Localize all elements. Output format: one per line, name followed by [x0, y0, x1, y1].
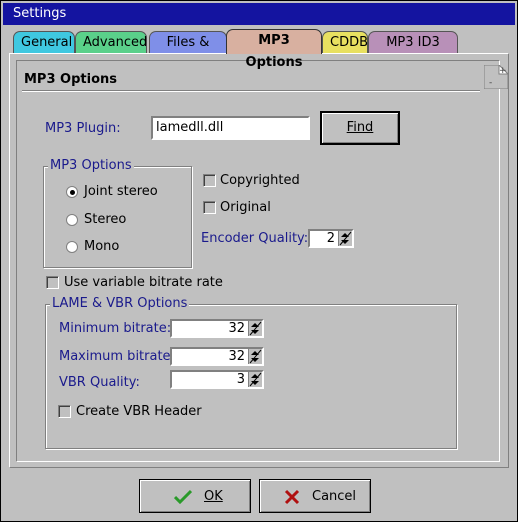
check-icon — [174, 489, 192, 505]
svg-text:+: + — [499, 66, 507, 76]
max-bitrate-label: Maximum bitrate: — [59, 349, 175, 364]
encoder-quality-spinner[interactable]: 2 — [308, 229, 354, 248]
mp3-plugin-input[interactable]: lamedll.dll — [151, 116, 310, 140]
max-bitrate-updown-icon[interactable] — [248, 349, 262, 364]
settings-window: Settings General Advanced Files & Dirs M… — [0, 0, 518, 522]
mp3-options-group-title: MP3 Options — [48, 158, 134, 173]
max-bitrate-spinner[interactable]: 32 — [170, 347, 264, 366]
encoder-quality-updown-icon[interactable] — [338, 231, 352, 246]
panel-title: MP3 Options — [24, 72, 117, 87]
ok-button-label: OK — [204, 489, 223, 504]
joint-stereo-label[interactable]: Joint stereo — [84, 184, 158, 199]
title-divider — [22, 90, 480, 92]
tab-panel: MP3 Options - + MP3 Plugin: lamedll.dll … — [9, 53, 510, 468]
find-button-label: Find — [346, 120, 374, 135]
mp3-plugin-label: MP3 Plugin: — [45, 121, 121, 136]
vbr-quality-label: VBR Quality: — [59, 375, 140, 390]
min-bitrate-value: 32 — [228, 321, 245, 336]
tab-mp3-options[interactable]: MP3 Options — [226, 29, 322, 70]
find-button[interactable]: Find — [320, 111, 400, 145]
vbr-quality-updown-icon[interactable] — [248, 372, 262, 387]
variable-bitrate-label[interactable]: Use variable bitrate rate — [64, 275, 223, 290]
tab-mp3-id3-tag[interactable]: MP3 ID3 Tag — [368, 31, 458, 72]
variable-bitrate-checkbox[interactable] — [46, 276, 59, 289]
tab-cddb[interactable]: CDDB — [322, 31, 368, 53]
tab-advanced[interactable]: Advanced — [75, 31, 147, 53]
lame-vbr-group-title: LAME & VBR Options — [50, 296, 190, 311]
encoder-quality-label: Encoder Quality: — [201, 231, 309, 246]
page-corner-icon[interactable]: - + — [483, 63, 510, 90]
min-bitrate-updown-icon[interactable] — [248, 321, 262, 336]
close-x-icon — [284, 489, 300, 505]
mono-label[interactable]: Mono — [84, 239, 119, 254]
cancel-button[interactable]: Cancel — [259, 479, 371, 513]
window-title: Settings — [3, 3, 515, 25]
mono-radio[interactable] — [66, 241, 78, 253]
vbr-header-label[interactable]: Create VBR Header — [76, 404, 202, 419]
copyrighted-label[interactable]: Copyrighted — [220, 173, 300, 188]
original-checkbox[interactable] — [203, 201, 216, 214]
tab-files-dirs[interactable]: Files & Dirs — [149, 31, 227, 72]
stereo-radio[interactable] — [66, 214, 78, 226]
stereo-label[interactable]: Stereo — [84, 212, 126, 227]
tab-bar: General Advanced Files & Dirs MP3 Option… — [1, 29, 517, 72]
tab-general[interactable]: General — [13, 31, 75, 53]
max-bitrate-value: 32 — [228, 349, 245, 364]
min-bitrate-label: Minimum bitrate: — [59, 321, 172, 336]
encoder-quality-value: 2 — [326, 231, 335, 246]
ok-button[interactable]: OK — [139, 479, 251, 513]
copyrighted-checkbox[interactable] — [203, 174, 216, 187]
cancel-button-label: Cancel — [312, 489, 357, 504]
min-bitrate-spinner[interactable]: 32 — [170, 319, 264, 338]
vbr-header-checkbox[interactable] — [58, 405, 71, 418]
svg-text:-: - — [489, 78, 492, 88]
vbr-quality-value: 3 — [236, 372, 245, 387]
original-label[interactable]: Original — [220, 200, 271, 215]
joint-stereo-radio[interactable] — [66, 186, 78, 198]
vbr-quality-spinner[interactable]: 3 — [170, 370, 264, 389]
